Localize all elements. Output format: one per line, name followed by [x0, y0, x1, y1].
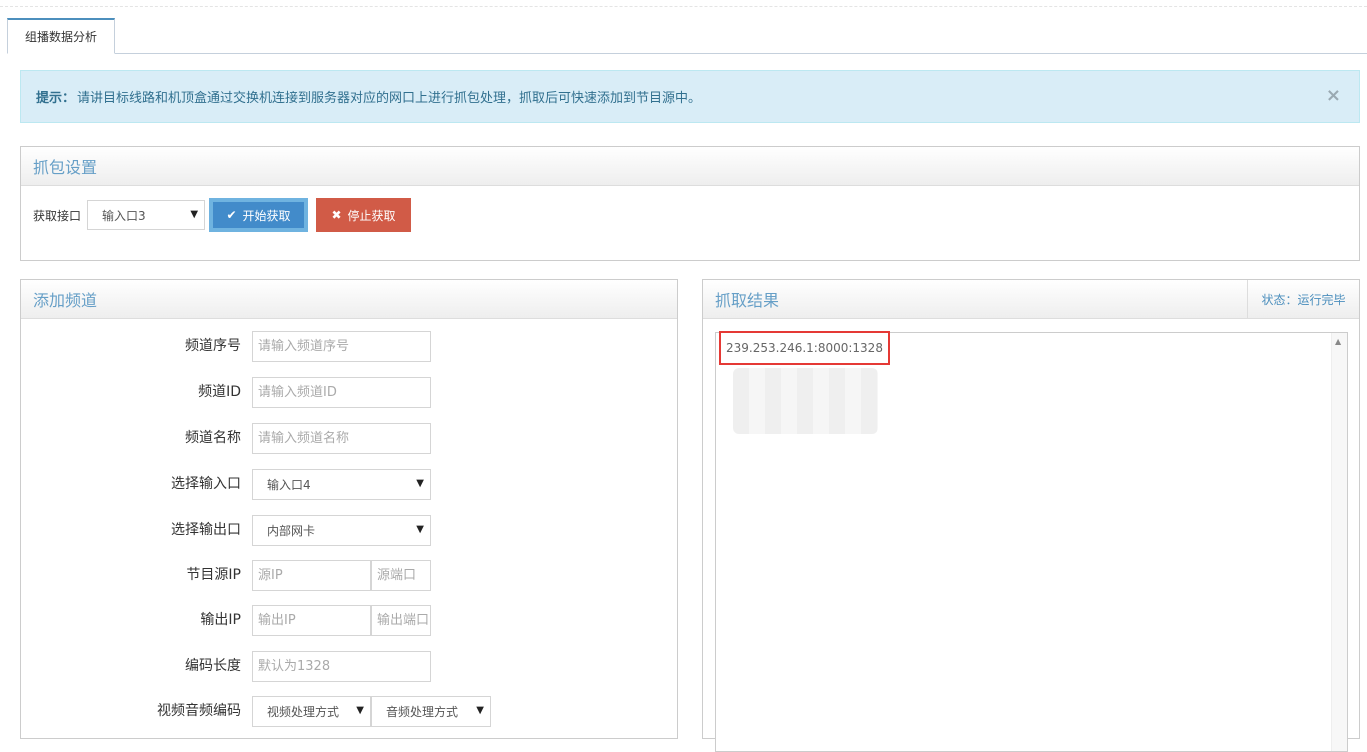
- start-capture-label: 开始获取: [242, 208, 291, 223]
- channel-id-input[interactable]: 请输入频道ID: [252, 377, 431, 408]
- av-codec-label: 视频音频编码: [157, 703, 241, 719]
- result-line[interactable]: 239.253.246.1:8000:1328: [719, 331, 890, 365]
- chevron-down-icon: ▼: [416, 524, 424, 535]
- status-badge: 状态：运行完毕: [1247, 280, 1359, 319]
- input-port-select[interactable]: 输入口4 ▼: [252, 469, 431, 500]
- channel-no-input[interactable]: 请输入频道序号: [252, 331, 431, 362]
- output-port-row: 选择输出口 内部网卡 ▼: [21, 515, 679, 546]
- stop-capture-label: 停止获取: [347, 208, 396, 223]
- add-channel-title: 添加频道: [21, 280, 677, 319]
- source-port-input[interactable]: 源端口: [371, 560, 431, 591]
- add-channel-panel: 添加频道 频道序号 请输入频道序号 频道ID 请输入频道ID 频道名称 请输入频…: [20, 279, 678, 739]
- output-ip-label: 输出IP: [200, 612, 241, 628]
- output-port-value: 内部网卡: [267, 524, 316, 538]
- capture-settings-panel: 抓包设置 获取接口 输入口3 ▼ ✔ 开始获取 ✖ 停止获取: [20, 146, 1360, 261]
- output-port-select[interactable]: 内部网卡 ▼: [252, 515, 431, 546]
- audio-codec-value: 音频处理方式: [386, 705, 459, 719]
- alert-message: 请讲目标线路和机顶盒通过交换机连接到服务器对应的网口上进行抓包处理，抓取后可快速…: [77, 91, 702, 106]
- output-port-label: 选择输出口: [171, 522, 241, 538]
- av-codec-row: 视频音频编码 视频处理方式 ▼ 音频处理方式 ▼: [21, 696, 679, 727]
- top-divider: [0, 6, 1367, 7]
- interface-select[interactable]: 输入口3 ▼: [87, 200, 206, 230]
- output-ip-row: 输出IP 输出IP 输出端口: [21, 605, 679, 636]
- video-codec-select[interactable]: 视频处理方式 ▼: [252, 696, 371, 727]
- start-capture-button[interactable]: ✔ 开始获取: [209, 198, 309, 232]
- scrollbar[interactable]: ▲: [1331, 333, 1347, 751]
- capture-row: 获取接口 输入口3 ▼ ✔ 开始获取 ✖ 停止获取: [33, 198, 412, 232]
- video-codec-value: 视频处理方式: [267, 705, 340, 719]
- channel-id-label: 频道ID: [198, 384, 241, 400]
- encode-length-row: 编码长度 默认为1328: [21, 651, 679, 682]
- check-icon: ✔: [226, 208, 237, 222]
- chevron-down-icon: ▼: [416, 478, 424, 489]
- channel-no-row: 频道序号 请输入频道序号: [21, 331, 679, 362]
- input-port-row: 选择输入口 输入口4 ▼: [21, 469, 679, 500]
- source-ip-label: 节目源IP: [186, 567, 241, 583]
- channel-no-label: 频道序号: [185, 338, 241, 354]
- audio-codec-select[interactable]: 音频处理方式 ▼: [371, 696, 491, 727]
- encode-length-label: 编码长度: [185, 658, 241, 674]
- interface-label: 获取接口: [33, 208, 82, 223]
- output-ip-input[interactable]: 输出IP: [252, 605, 371, 636]
- capture-settings-title: 抓包设置: [21, 147, 1359, 186]
- channel-name-row: 频道名称 请输入频道名称: [21, 423, 679, 454]
- close-icon[interactable]: ×: [1326, 85, 1341, 106]
- source-ip-row: 节目源IP 源IP 源端口: [21, 560, 679, 591]
- redacted-area: [733, 368, 878, 434]
- scroll-up-icon[interactable]: ▲: [1335, 337, 1341, 346]
- channel-name-input[interactable]: 请输入频道名称: [252, 423, 431, 454]
- tab-bar: 组播数据分析: [7, 18, 1367, 54]
- channel-id-row: 频道ID 请输入频道ID: [21, 377, 679, 408]
- source-ip-input[interactable]: 源IP: [252, 560, 371, 591]
- info-alert: 提示： 请讲目标线路和机顶盒通过交换机连接到服务器对应的网口上进行抓包处理，抓取…: [20, 70, 1360, 123]
- chevron-down-icon: ▼: [476, 705, 484, 716]
- interface-select-value: 输入口3: [102, 208, 146, 223]
- results-textarea[interactable]: 239.253.246.1:8000:1328 ▲: [715, 331, 1348, 752]
- channel-name-label: 频道名称: [185, 430, 241, 446]
- output-port-input[interactable]: 输出端口: [371, 605, 431, 636]
- stop-capture-button[interactable]: ✖ 停止获取: [316, 198, 412, 232]
- tab-multicast-analysis[interactable]: 组播数据分析: [7, 18, 115, 54]
- close-icon: ✖: [331, 208, 342, 222]
- input-port-label: 选择输入口: [171, 476, 241, 492]
- input-port-value: 输入口4: [267, 478, 311, 492]
- alert-title: 提示：: [36, 91, 76, 106]
- encode-length-input[interactable]: 默认为1328: [252, 651, 431, 682]
- chevron-down-icon: ▼: [356, 705, 364, 716]
- chevron-down-icon: ▼: [190, 209, 199, 220]
- capture-results-panel: 抓取结果 状态：运行完毕 239.253.246.1:8000:1328 ▲: [702, 279, 1360, 752]
